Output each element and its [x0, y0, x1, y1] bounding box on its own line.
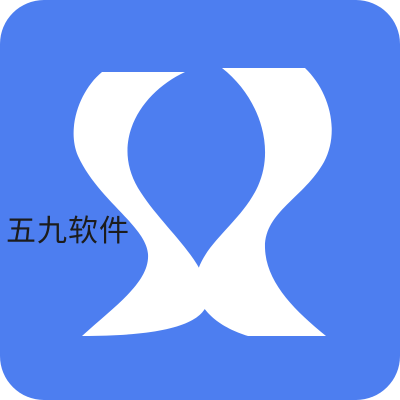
app-icon-graphic — [0, 0, 400, 400]
watermark-text: 五九软件 — [6, 214, 130, 249]
app-icon[interactable]: 五九软件 — [0, 0, 400, 400]
app-icon-background — [0, 0, 400, 400]
